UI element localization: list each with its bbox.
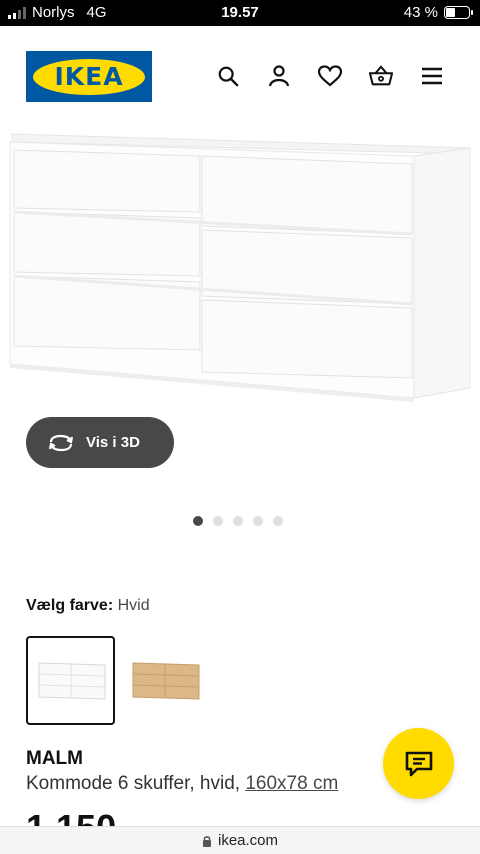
chat-icon [405,751,432,776]
rotate-3d-icon [48,434,74,451]
color-picker-label: Vælg farve: Hvid [26,597,150,615]
menu-icon[interactable] [420,64,444,88]
url-domain: ikea.com [217,832,279,849]
carousel-dot[interactable] [253,516,263,526]
status-right: 43 % [403,4,473,21]
battery-icon [444,6,473,19]
header-icons [216,64,444,88]
product-description: Kommode 6 skuffer, hvid, 160x78 cm [26,773,338,795]
status-bar: Norlys 4G 19.57 43 % [0,0,480,26]
view-in-3d-button[interactable]: Vis i 3D [26,417,174,468]
heart-icon[interactable] [318,64,342,88]
browser-url-bar[interactable]: ikea.com [0,826,480,854]
product-price: 1.150 [26,808,116,826]
color-selected-value: Hvid [117,597,150,614]
user-icon[interactable] [267,64,291,88]
color-label-text: Vælg farve: [26,597,114,614]
color-swatch-white[interactable] [26,636,115,725]
color-swatch-oak[interactable] [120,636,209,725]
view-in-3d-label: Vis i 3D [86,434,140,451]
product-description-text: Kommode 6 skuffer, hvid, [26,773,246,794]
logo-text: IKEA [54,62,124,91]
basket-icon[interactable] [369,64,393,88]
lock-icon [202,835,211,847]
search-icon[interactable] [216,64,240,88]
product-image[interactable] [0,126,480,406]
carousel-dot[interactable] [233,516,243,526]
battery-percent: 43 % [403,4,438,21]
carousel-dot[interactable] [193,516,203,526]
carousel-dot[interactable] [273,516,283,526]
carousel-dots [193,516,283,526]
site-header: IKEA [0,26,480,126]
product-size-link[interactable]: 160x78 cm [245,773,338,794]
ikea-logo[interactable]: IKEA [26,51,152,102]
carousel-dot[interactable] [213,516,223,526]
product-name: MALM [26,748,83,769]
chat-button[interactable] [383,728,454,799]
